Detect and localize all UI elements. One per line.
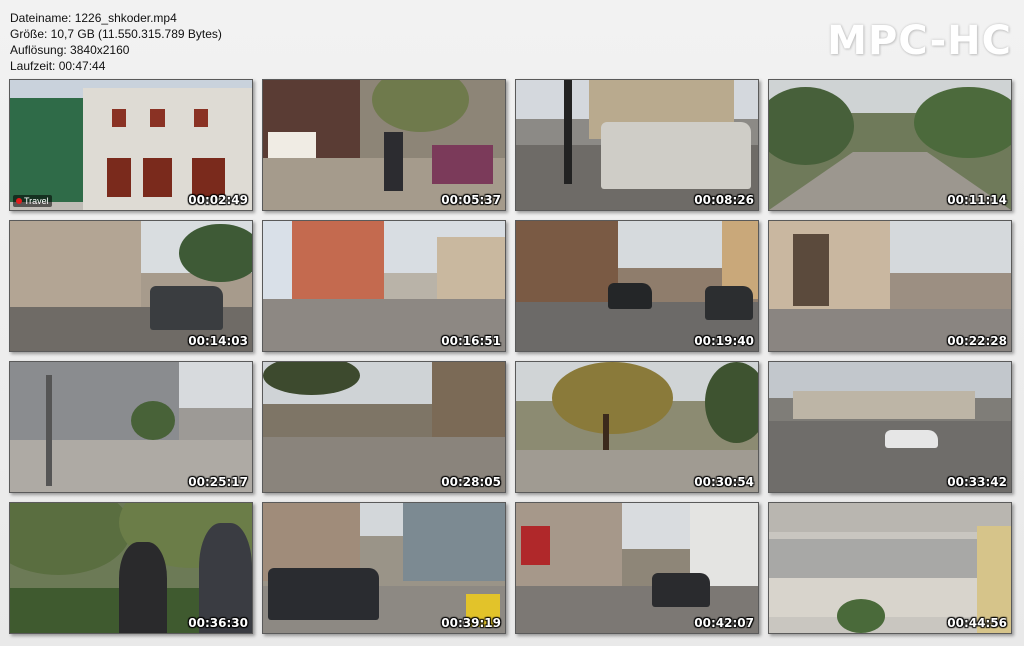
filesize-text: Größe: 10,7 GB (11.550.315.789 Bytes) <box>10 27 222 41</box>
filename-text: Dateiname: 1226_shkoder.mp4 <box>10 11 177 25</box>
channel-badge: Travel <box>13 195 52 207</box>
timestamp: 00:28:05 <box>441 475 501 489</box>
thumbnail-15[interactable]: 00:42:07 <box>515 502 759 634</box>
timestamp: 00:14:03 <box>188 334 248 348</box>
thumbnail-10[interactable]: 00:28:05 <box>262 361 506 493</box>
thumbnail-14[interactable]: 00:39:19 <box>262 502 506 634</box>
thumbnail-6[interactable]: 00:16:51 <box>262 220 506 352</box>
thumbnail-16[interactable]: 00:44:56 <box>768 502 1012 634</box>
thumbnail-grid: Travel 00:02:49 00:05:37 00:08:26 00:11:… <box>9 79 1012 634</box>
thumbnail-8[interactable]: 00:22:28 <box>768 220 1012 352</box>
thumbnail-2[interactable]: 00:05:37 <box>262 79 506 211</box>
thumbnail-7[interactable]: 00:19:40 <box>515 220 759 352</box>
thumbnail-11[interactable]: 00:30:54 <box>515 361 759 493</box>
resolution-text: Auflösung: 3840x2160 <box>10 43 130 57</box>
thumbnail-9[interactable]: 00:25:17 <box>9 361 253 493</box>
timestamp: 00:42:07 <box>694 616 754 630</box>
channel-badge-label: Travel <box>24 196 49 206</box>
timestamp: 00:44:56 <box>947 616 1007 630</box>
thumbnail-12[interactable]: 00:33:42 <box>768 361 1012 493</box>
timestamp: 00:11:14 <box>947 193 1007 207</box>
mpc-hc-logo: MPC-HC <box>827 18 1012 64</box>
timestamp: 00:30:54 <box>694 475 754 489</box>
timestamp: 00:36:30 <box>188 616 248 630</box>
timestamp: 00:19:40 <box>694 334 754 348</box>
timestamp: 00:05:37 <box>441 193 501 207</box>
timestamp: 00:08:26 <box>694 193 754 207</box>
thumbnail-13[interactable]: 00:36:30 <box>9 502 253 634</box>
timestamp: 00:02:49 <box>188 193 248 207</box>
duration-text: Laufzeit: 00:47:44 <box>10 59 106 73</box>
timestamp: 00:16:51 <box>441 334 501 348</box>
timestamp: 00:33:42 <box>947 475 1007 489</box>
timestamp: 00:25:17 <box>188 475 248 489</box>
record-dot-icon <box>16 198 22 204</box>
thumbnail-1[interactable]: Travel 00:02:49 <box>9 79 253 211</box>
timestamp: 00:22:28 <box>947 334 1007 348</box>
timestamp: 00:39:19 <box>441 616 501 630</box>
thumbnail-4[interactable]: 00:11:14 <box>768 79 1012 211</box>
file-info: Dateiname: 1226_shkoder.mp4 Größe: 10,7 … <box>10 10 222 74</box>
thumbnail-5[interactable]: 00:14:03 <box>9 220 253 352</box>
thumbnail-3[interactable]: 00:08:26 <box>515 79 759 211</box>
